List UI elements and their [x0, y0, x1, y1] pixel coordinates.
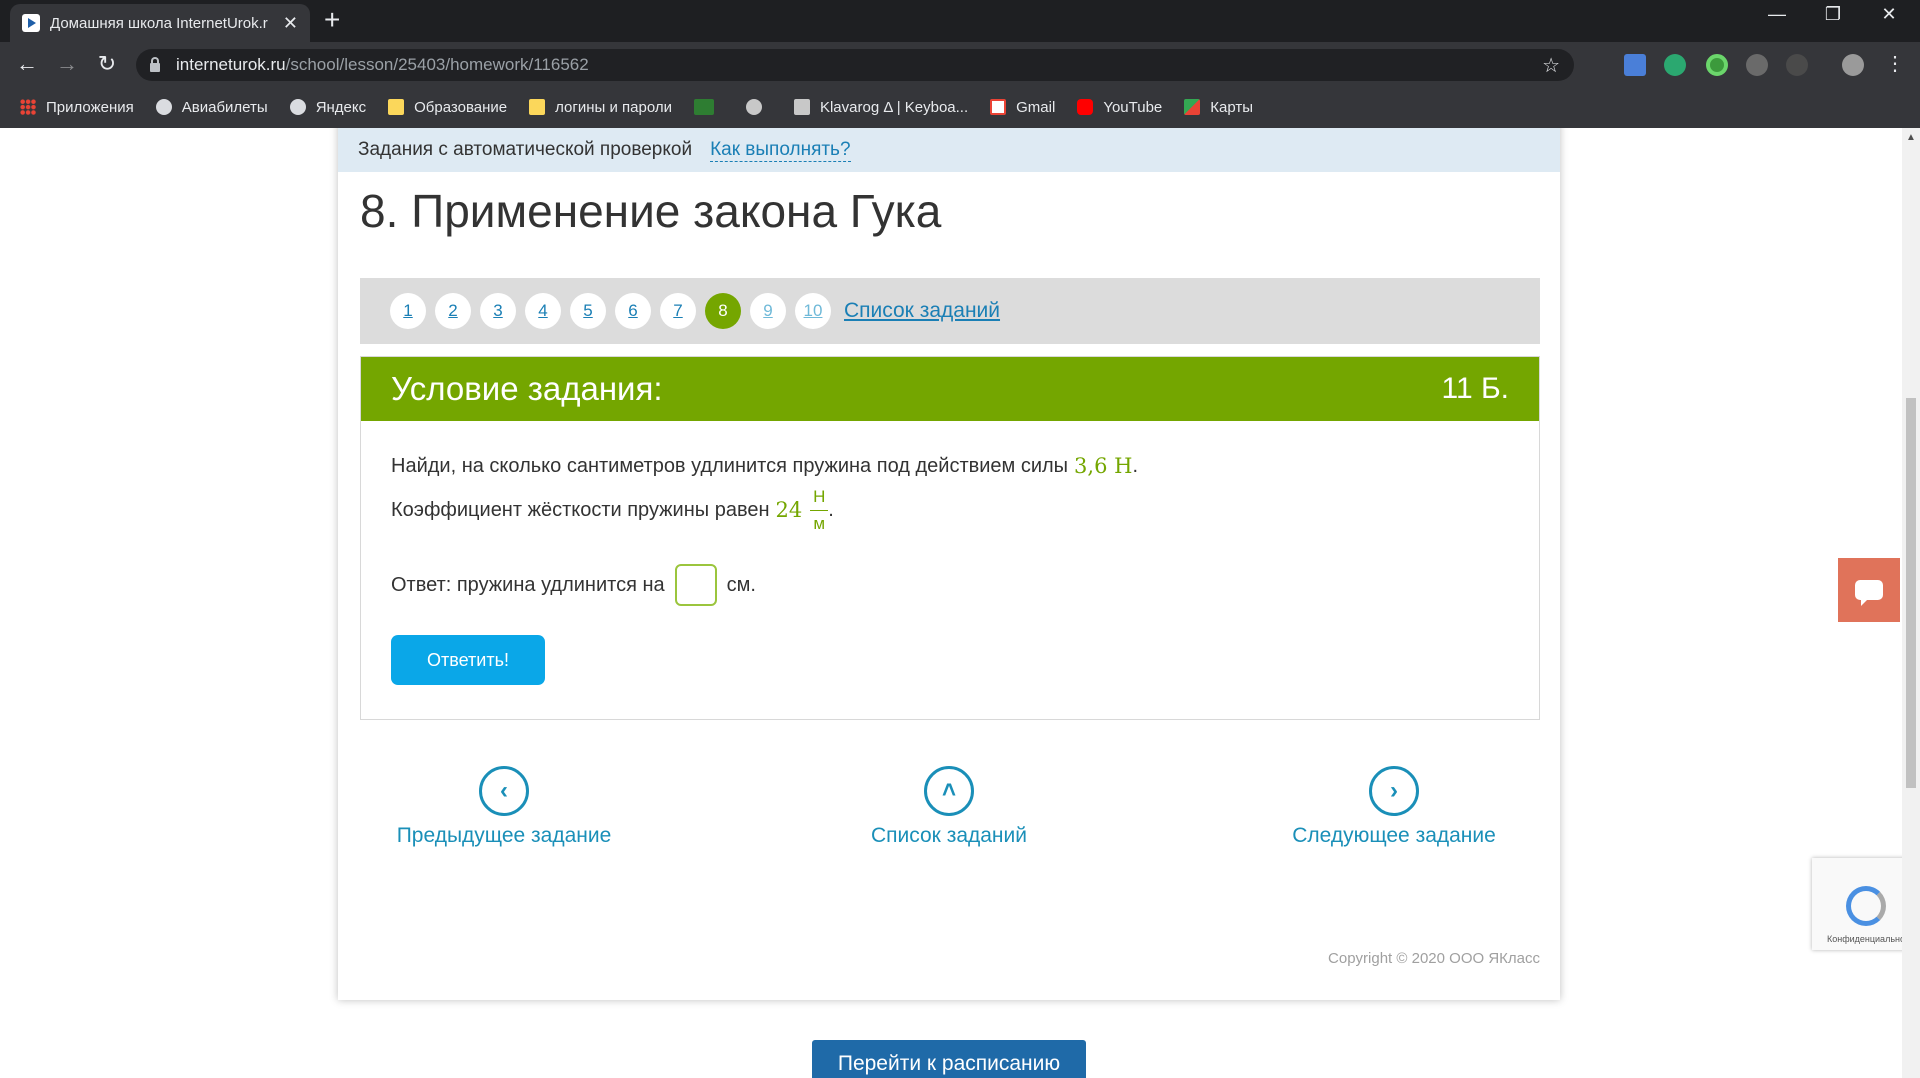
pager-item-9[interactable]: 9 — [750, 293, 786, 329]
task-panel: Условие задания: 11 Б. Найди, на сколько… — [360, 356, 1540, 720]
bookmark-aviabilety[interactable]: Авиабилеты — [155, 99, 268, 116]
answer-unit: см. — [726, 573, 756, 596]
translate-extension-icon[interactable] — [1624, 54, 1646, 76]
recaptcha-label: Конфиденциально — [1827, 934, 1905, 944]
stiffness-unit-fraction: Н м — [810, 487, 829, 534]
bookmark-gmail[interactable]: Gmail — [990, 99, 1055, 116]
page-scrollbar[interactable]: ▲ — [1902, 128, 1920, 1078]
globe-icon — [289, 99, 306, 115]
next-task-link[interactable]: › Следующее задание — [1264, 766, 1524, 848]
browser-toolbar: ← → ↻ interneturok.ru/school/lesson/2540… — [0, 42, 1920, 86]
go-to-schedule-button[interactable]: Перейти к расписанию — [812, 1040, 1086, 1078]
answer-row: Ответ: пружина удлинится на см. — [391, 563, 1509, 607]
close-window-button[interactable]: ✕ — [1866, 4, 1912, 25]
bookmark-star-icon[interactable]: ☆ — [1542, 53, 1560, 78]
egov-icon — [693, 99, 714, 115]
page-viewport: Задания с автоматической проверкой Как в… — [0, 128, 1920, 1078]
chevron-up-icon: ˄ — [924, 766, 974, 816]
task-statement-line2: Коэффициент жёсткости пружины равен 24 Н… — [391, 486, 834, 534]
grammarly-extension-icon[interactable] — [1664, 54, 1686, 76]
chevron-left-icon: ‹ — [479, 766, 529, 816]
interneturok-favicon-icon — [22, 14, 40, 32]
bookmark-youtube[interactable]: YouTube — [1077, 99, 1162, 116]
scroll-thumb[interactable] — [1906, 398, 1916, 788]
chat-icon — [1855, 580, 1883, 606]
restore-button[interactable]: ❐ — [1810, 4, 1856, 25]
gear-icon — [745, 99, 762, 115]
how-to-link[interactable]: Как выполнять? — [710, 139, 851, 162]
pager-item-4[interactable]: 4 — [525, 293, 561, 329]
folder-icon — [529, 99, 546, 115]
browser-tab[interactable]: Домашняя школа InternetUrok.r ✕ — [10, 4, 310, 42]
scroll-up-icon[interactable]: ▲ — [1906, 132, 1916, 143]
pager-item-5[interactable]: 5 — [570, 293, 606, 329]
bookmark-maps[interactable]: Карты — [1184, 99, 1253, 116]
pager-item-8-active[interactable]: 8 — [705, 293, 741, 329]
reload-icon[interactable]: ↻ — [94, 51, 120, 77]
bookmark-obrazovanie[interactable]: Образование — [388, 99, 507, 116]
pager-item-1[interactable]: 1 — [390, 293, 426, 329]
answer-input[interactable] — [674, 564, 717, 606]
submit-answer-button[interactable]: Ответить! — [391, 635, 545, 685]
answer-prefix: Ответ: пружина удлинится на — [391, 573, 665, 596]
url-text: interneturok.ru/school/lesson/25403/home… — [176, 55, 589, 74]
pager-item-2[interactable]: 2 — [435, 293, 471, 329]
stiffness-value: 24 — [775, 498, 803, 522]
bookmark-logins[interactable]: логины и пароли — [529, 99, 672, 116]
globe-icon — [155, 99, 172, 115]
apps-icon — [20, 99, 36, 115]
task-points: 11 Б. — [1441, 372, 1510, 405]
recaptcha-icon — [1846, 886, 1886, 926]
youtube-icon — [1077, 99, 1094, 115]
bookmark-gear[interactable] — [745, 99, 772, 115]
bookmark-yandex[interactable]: Яндекс — [289, 99, 366, 116]
prev-task-link[interactable]: ‹ Предыдущее задание — [374, 766, 634, 848]
auto-check-strip: Задания с автоматической проверкой Как в… — [338, 128, 1560, 172]
menu-kebab-icon[interactable]: ⋮ — [1882, 51, 1908, 77]
maps-icon — [1184, 99, 1201, 115]
task-heading: Условие задания: — [391, 370, 663, 407]
minimize-button[interactable]: — — [1754, 4, 1800, 25]
download-extension-icon[interactable] — [1786, 54, 1808, 76]
forward-icon[interactable]: → — [54, 51, 80, 77]
chat-button[interactable] — [1838, 558, 1900, 622]
bookmark-egov[interactable] — [693, 99, 724, 115]
lesson-card: Задания с автоматической проверкой Как в… — [338, 128, 1560, 1000]
task-pager: 1 2 3 4 5 6 7 8 9 10 Список заданий — [360, 278, 1540, 344]
task-list-nav-link[interactable]: ˄ Список заданий — [819, 766, 1079, 848]
task-list-link[interactable]: Список заданий — [844, 299, 1000, 323]
task-header: Условие задания: 11 Б. — [361, 357, 1539, 421]
bookmark-klavarog[interactable]: Klavarog Δ | Keyboa... — [793, 99, 968, 116]
tab-close-icon[interactable]: ✕ — [283, 13, 298, 34]
page-title: 8. Применение закона Гука — [360, 185, 942, 237]
task-statement-line1: Найди, на сколько сантиметров удлинится … — [391, 454, 1138, 478]
gmail-icon — [990, 99, 1007, 115]
chevron-right-icon: › — [1369, 766, 1419, 816]
force-value: 3,6 Н — [1074, 454, 1133, 478]
new-tab-icon[interactable]: + — [324, 6, 340, 34]
lock-icon[interactable] — [150, 56, 160, 72]
task-body: Найди, на сколько сантиметров удлинится … — [361, 421, 1539, 713]
pager-item-10[interactable]: 10 — [795, 293, 831, 329]
page-icon — [793, 99, 810, 115]
pager-item-3[interactable]: 3 — [480, 293, 516, 329]
back-icon[interactable]: ← — [14, 51, 40, 77]
pager-item-7[interactable]: 7 — [660, 293, 696, 329]
pager-item-6[interactable]: 6 — [615, 293, 651, 329]
green-extension-icon[interactable] — [1706, 54, 1728, 76]
address-bar[interactable]: interneturok.ru/school/lesson/25403/home… — [136, 49, 1574, 81]
bookmarks-bar: Приложения Авиабилеты Яндекс Образование… — [0, 86, 1920, 128]
copyright: Copyright © 2020 ООО ЯКласс — [1328, 950, 1540, 967]
browser-titlebar: Домашняя школа InternetUrok.r ✕ + — ❐ ✕ — [0, 0, 1920, 42]
folder-icon — [388, 99, 405, 115]
bookmark-apps[interactable]: Приложения — [20, 99, 134, 116]
incognito-extension-icon[interactable] — [1746, 54, 1768, 76]
tab-title: Домашняя школа InternetUrok.r — [50, 14, 268, 32]
auto-check-label: Задания с автоматической проверкой — [358, 139, 693, 160]
profile-avatar[interactable] — [1842, 54, 1864, 76]
task-navigation: ‹ Предыдущее задание ˄ Список заданий › … — [338, 766, 1560, 866]
